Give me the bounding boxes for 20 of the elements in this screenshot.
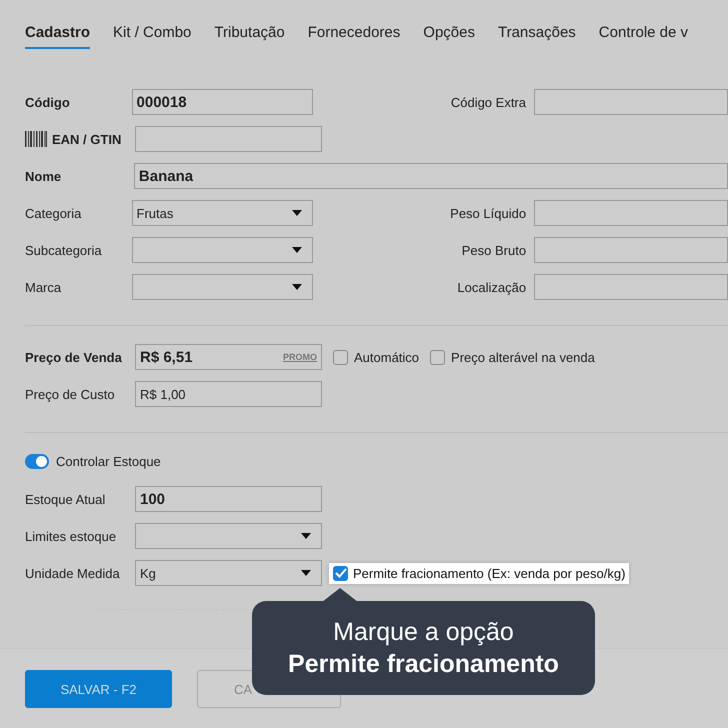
field-label: Preço de Custo bbox=[25, 386, 116, 402]
field-label: EAN / GTIN bbox=[52, 132, 122, 146]
field-label: Código bbox=[25, 94, 70, 110]
field-label: Peso Líquido bbox=[449, 206, 528, 220]
field-label: Localização bbox=[456, 280, 528, 294]
field-label: Preço de Venda bbox=[25, 350, 123, 364]
field-label: Subcategoria bbox=[25, 242, 102, 258]
tooltip-text: Marque a opção Permite fracionamento bbox=[288, 616, 559, 680]
field-label: Limites estoque bbox=[25, 528, 118, 544]
field-label: Código Extra bbox=[450, 94, 527, 110]
checkbox-label: Automático bbox=[354, 350, 420, 364]
field-label: Marca bbox=[25, 280, 62, 294]
checkbox-label: Permite fracionamento (Ex: venda por peso/kg) bbox=[353, 566, 626, 580]
field-label: Estoque Atual bbox=[25, 492, 106, 506]
field-label: Unidade Medida bbox=[25, 566, 121, 580]
field-label: Categoria bbox=[25, 206, 82, 220]
field-label: Nome bbox=[25, 168, 62, 184]
toggle-label: Controlar Estoque bbox=[56, 454, 161, 468]
field-label: Peso Bruto bbox=[460, 242, 528, 258]
checkbox-label: Preço alterável na venda bbox=[451, 350, 595, 364]
